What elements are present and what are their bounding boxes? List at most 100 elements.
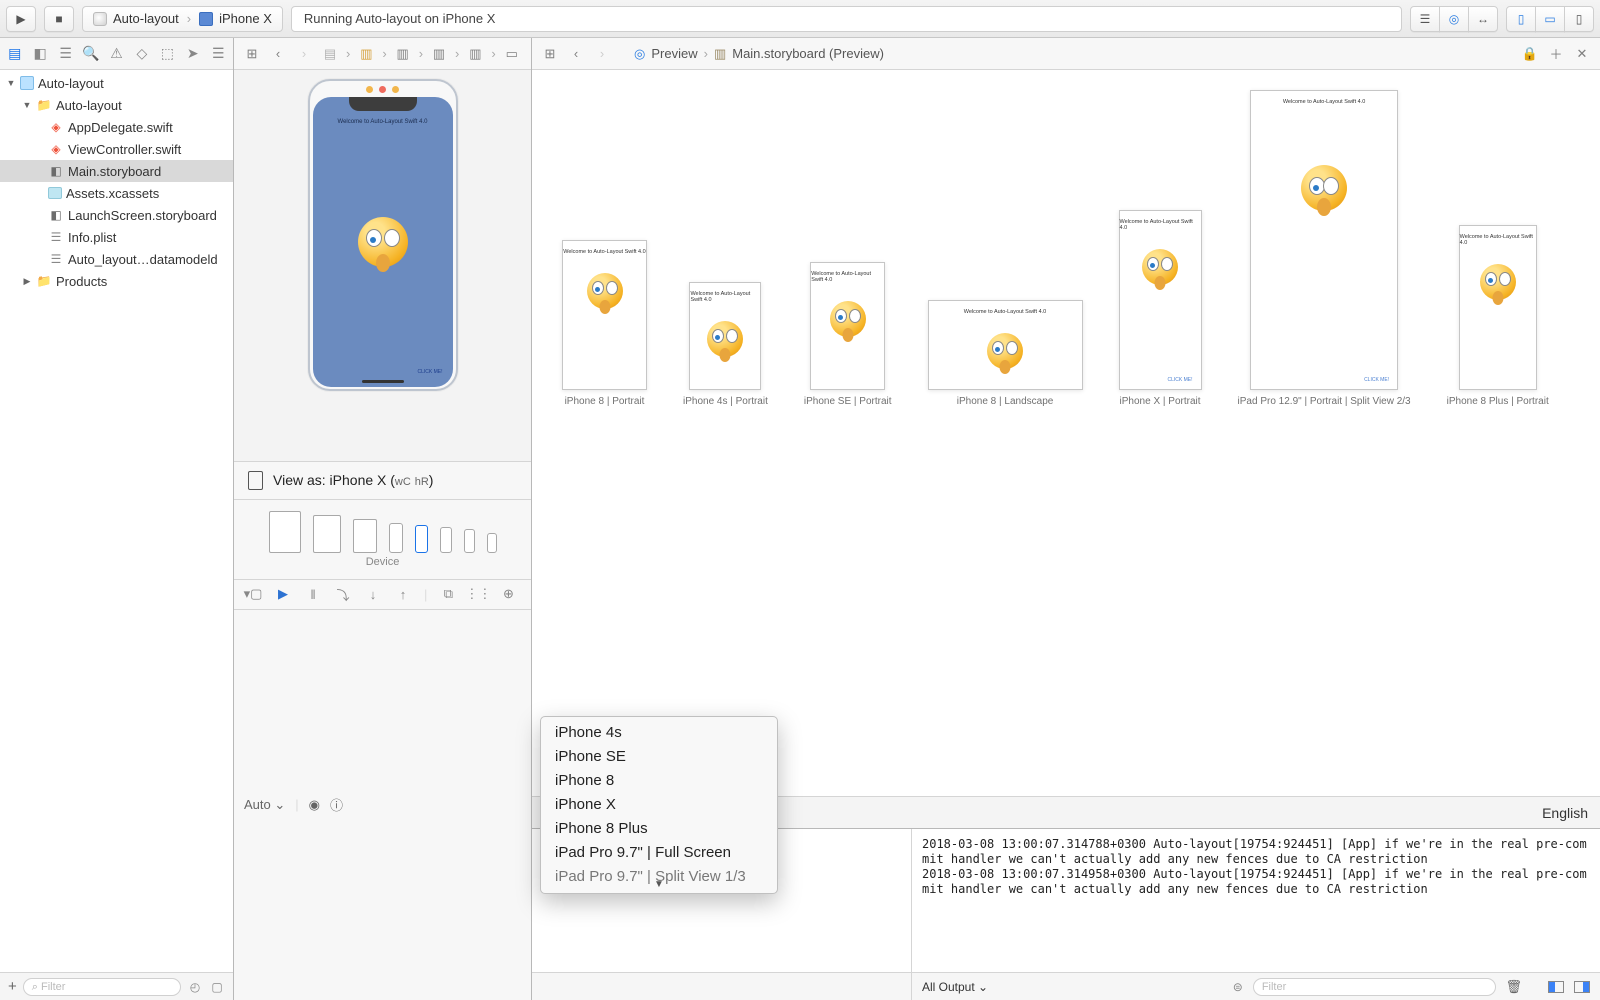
popup-item[interactable]: iPhone 4s (541, 721, 777, 745)
view-as-bar[interactable]: View as: iPhone X (wC hR) (234, 461, 531, 499)
device-ipad-small[interactable] (353, 519, 377, 553)
breakpoint-navigator-tab[interactable]: ➤ (182, 41, 203, 67)
output-scope-selector[interactable]: All Output ⌄ (922, 980, 988, 994)
disclosure-triangle-icon[interactable]: ▼ (6, 78, 16, 88)
clear-console-button[interactable]: 🗑 (1506, 979, 1523, 995)
show-console-icon[interactable] (1574, 981, 1590, 993)
tree-file[interactable]: ◈ AppDelegate.swift (0, 116, 233, 138)
device-ipad-large[interactable] (269, 511, 301, 553)
preview-eye-icon[interactable]: ◉ (309, 797, 320, 813)
preview-card[interactable]: Welcome to Auto-Layout Swift 4.0CLICK ME… (1119, 210, 1202, 407)
breakpoint-toggle-icon[interactable]: ▶ (274, 586, 292, 602)
version-editor-button[interactable]: ↔ (1468, 6, 1498, 32)
stop-button[interactable]: ■ (44, 6, 74, 32)
source-control-tab[interactable]: ◧ (29, 41, 50, 67)
popup-item[interactable]: iPhone 8 Plus (541, 817, 777, 841)
preview-device[interactable]: Welcome to Auto-Layout Swift 4.0 (928, 300, 1083, 390)
device-iphone-plus[interactable] (389, 523, 403, 553)
device-iphone-8[interactable] (440, 527, 452, 553)
tree-file[interactable]: ☰ Info.plist (0, 226, 233, 248)
preview-card[interactable]: Welcome to Auto-Layout Swift 4.0iPhone 8… (928, 300, 1083, 407)
standard-editor-button[interactable]: ☰ (1410, 6, 1440, 32)
preview-device[interactable]: Welcome to Auto-Layout Swift 4.0 (689, 282, 761, 390)
popup-item[interactable]: iPhone 8 (541, 769, 777, 793)
info-icon[interactable]: ⓘ (330, 795, 343, 814)
scheme-device[interactable]: iPhone X (199, 11, 272, 26)
preview-device[interactable]: Welcome to Auto-Layout Swift 4.0CLICK ME… (1250, 90, 1398, 390)
crumb-preview[interactable]: ◎ Preview (634, 46, 698, 62)
crumb-file-icon[interactable]: ▥ (393, 44, 413, 64)
add-assistant-button[interactable]: ＋ (1546, 44, 1566, 64)
align-icon[interactable]: ⋮⋮ (469, 586, 487, 602)
language-selector[interactable]: English (1542, 805, 1588, 821)
back-button[interactable]: ‹ (268, 44, 288, 64)
scheme-target[interactable]: Auto-layout (93, 11, 179, 26)
welcome-label[interactable]: Welcome to Auto-Layout Swift 4.0 (313, 119, 453, 125)
disclosure-triangle-icon[interactable]: ▼ (22, 100, 32, 110)
tree-file-selected[interactable]: ◧ Main.storyboard (0, 160, 233, 182)
add-button[interactable]: + (8, 978, 17, 995)
pause-icon[interactable]: ‖ (304, 586, 322, 602)
zoom-auto-label[interactable]: Auto ⌄ (244, 797, 285, 813)
crumb-project-icon[interactable]: ▤ (320, 44, 340, 64)
related-items-icon[interactable]: ⊞ (242, 44, 262, 64)
find-navigator-tab[interactable]: 🔍 (80, 41, 101, 67)
show-variables-icon[interactable] (1548, 981, 1564, 993)
crumb-subview-icon[interactable]: ▭ (502, 44, 522, 64)
tree-file[interactable]: Assets.xcassets (0, 182, 233, 204)
crumb-folder-icon[interactable]: ▥ (356, 44, 376, 64)
assistant-editor-button[interactable]: ◎ (1439, 6, 1469, 32)
console-output[interactable]: 2018-03-08 13:00:07.314788+0300 Auto-lay… (912, 829, 1600, 972)
back-button[interactable]: ‹ (566, 44, 586, 64)
menu-scroll-down-icon[interactable]: ▼ (654, 879, 664, 890)
preview-card[interactable]: Welcome to Auto-Layout Swift 4.0iPhone 4… (683, 282, 768, 407)
test-navigator-tab[interactable]: ◇ (131, 41, 152, 67)
device-iphone-4s[interactable] (487, 533, 497, 553)
pin-icon[interactable]: ⊕ (499, 586, 517, 602)
root-view[interactable]: Welcome to Auto-Layout Swift 4.0 CLICK M… (313, 97, 453, 387)
preview-card[interactable]: Welcome to Auto-Layout Swift 4.0iPhone S… (804, 262, 892, 407)
project-navigator-tab[interactable]: ▤ (4, 41, 25, 67)
issue-navigator-tab[interactable]: ⚠ (106, 41, 127, 67)
tree-group[interactable]: ▼ 📁 Auto-layout (0, 94, 233, 116)
crumb-file[interactable]: ▥ Main.storyboard (Preview) (714, 46, 884, 62)
step-out-icon[interactable]: ↑ (394, 586, 412, 602)
preview-card[interactable]: Welcome to Auto-Layout Swift 4.0CLICK ME… (1238, 90, 1411, 407)
scm-filter-icon[interactable]: ▢ (209, 979, 225, 995)
tree-project[interactable]: ▼ Auto-layout (0, 72, 233, 94)
ib-canvas[interactable]: Welcome to Auto-Layout Swift 4.0 CLICK M… (234, 70, 531, 461)
disclosure-triangle-icon[interactable]: ▶ (22, 276, 32, 287)
add-preview-menu[interactable]: iPhone 4siPhone SEiPhone 8iPhone XiPhone… (540, 716, 778, 894)
forward-button[interactable]: › (294, 44, 314, 64)
toggle-debug-button[interactable]: ▭ (1535, 6, 1565, 32)
lock-icon[interactable]: 🔒 (1520, 44, 1540, 64)
preview-canvas[interactable]: Welcome to Auto-Layout Swift 4.0 iPhone 8… (532, 70, 1600, 796)
popup-item[interactable]: iPhone SE (541, 745, 777, 769)
preview-card[interactable]: Welcome to Auto-Layout Swift 4.0iPhone 8… (1447, 225, 1549, 407)
crumb-view-icon[interactable]: ▥ (465, 44, 485, 64)
click-me-button[interactable]: CLICK ME! (417, 369, 442, 375)
toggle-utilities-button[interactable]: ▯ (1564, 6, 1594, 32)
embed-icon[interactable]: ⧉ (439, 586, 457, 602)
preview-card[interactable]: Welcome to Auto-Layout Swift 4.0iPhone 8… (562, 240, 647, 407)
recent-filter-icon[interactable]: ◴ (187, 979, 203, 995)
image-view[interactable] (358, 217, 408, 267)
device-ipad-medium[interactable] (313, 515, 341, 553)
crumb-scene-icon[interactable]: ▥ (429, 44, 449, 64)
tree-group-products[interactable]: ▶ 📁 Products (0, 270, 233, 292)
navigator-filter-input[interactable]: ⌕ Filter (23, 978, 181, 996)
toggle-navigator-button[interactable]: ▯ (1506, 6, 1536, 32)
close-assistant-button[interactable]: ✕ (1572, 44, 1592, 64)
tree-file[interactable]: ☰ Auto_layout…datamodeld (0, 248, 233, 270)
report-navigator-tab[interactable]: ☰ (208, 41, 229, 67)
scheme-selector[interactable]: Auto-layout › iPhone X (82, 6, 283, 32)
preview-device[interactable]: Welcome to Auto-Layout Swift 4.0 (562, 240, 647, 390)
run-button[interactable]: ▶ (6, 6, 36, 32)
popup-item[interactable]: iPhone X (541, 793, 777, 817)
device-iphone-se[interactable] (464, 529, 475, 553)
debug-navigator-tab[interactable]: ⬚ (157, 41, 178, 67)
preview-device[interactable]: Welcome to Auto-Layout Swift 4.0 (1459, 225, 1537, 390)
related-items-icon[interactable]: ⊞ (540, 44, 560, 64)
symbol-navigator-tab[interactable]: ☰ (55, 41, 76, 67)
tree-file[interactable]: ◈ ViewController.swift (0, 138, 233, 160)
